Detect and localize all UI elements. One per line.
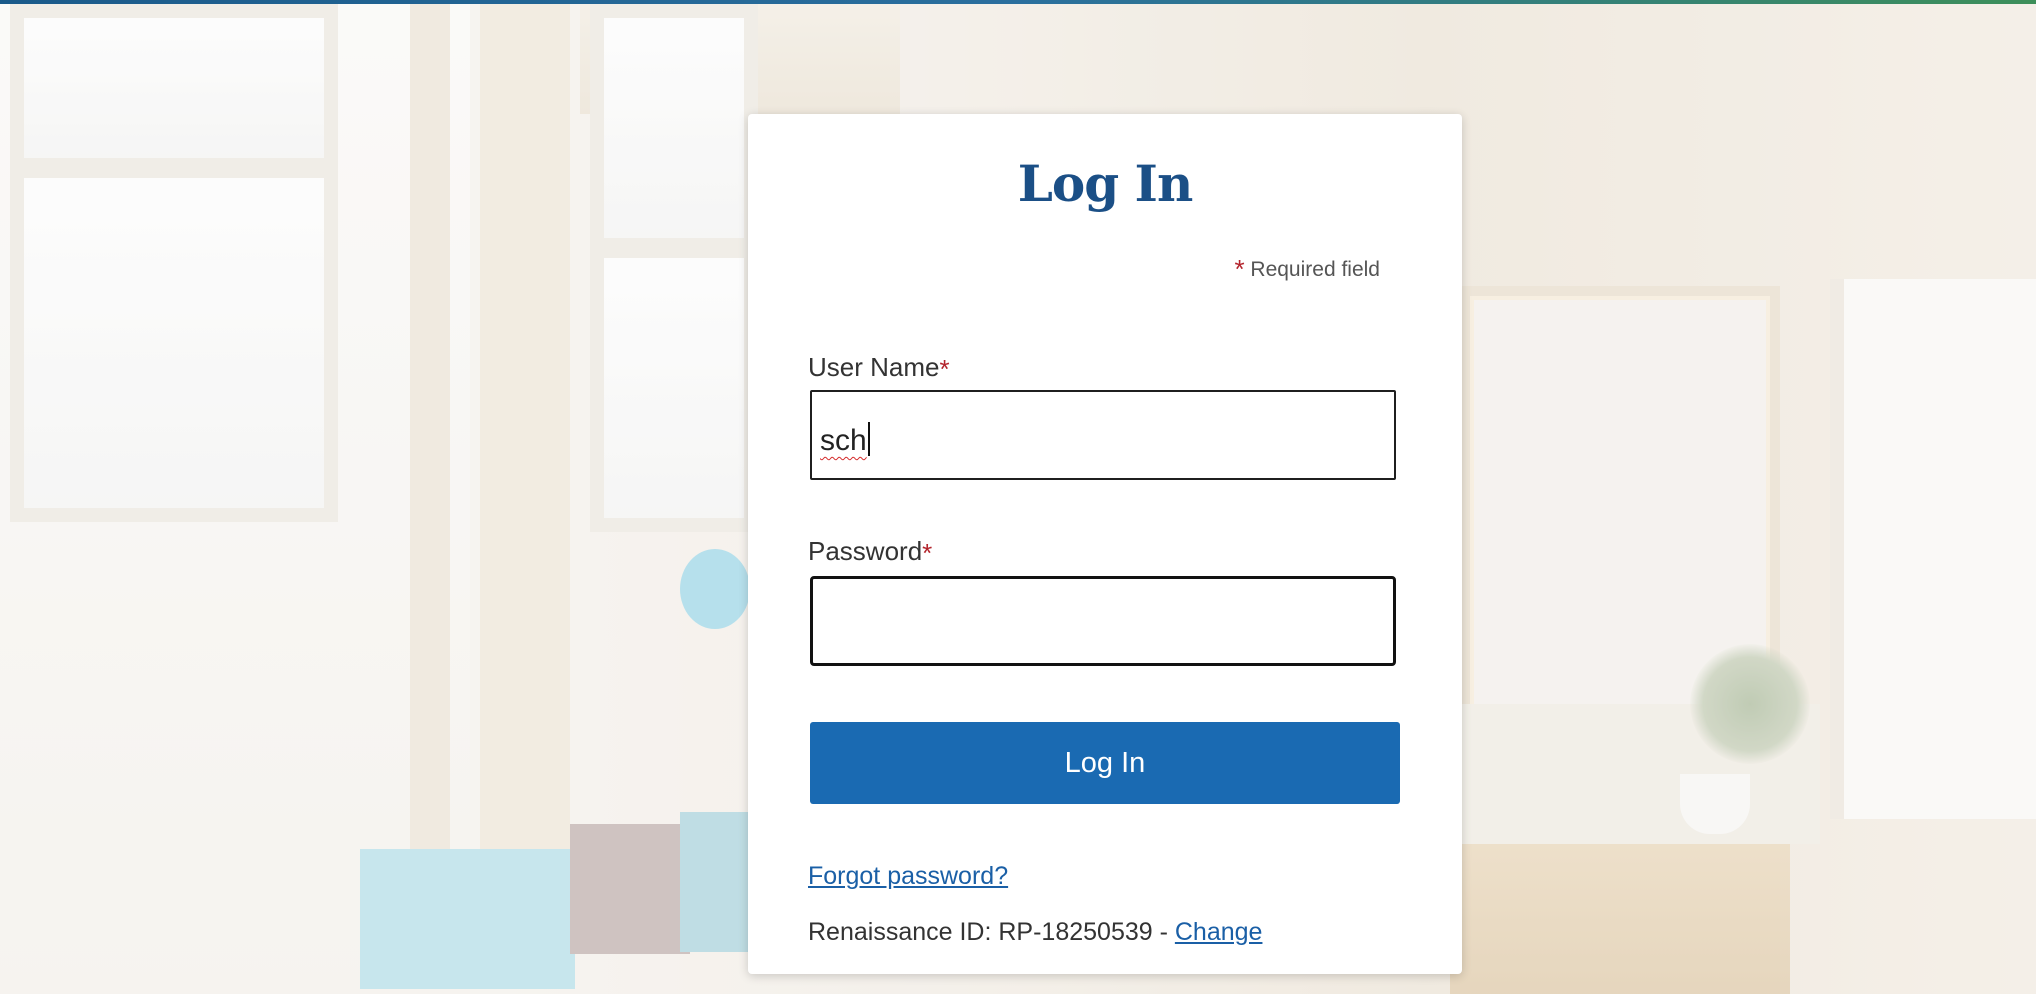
login-card: Log In * Required field User Name* sch P… <box>748 114 1462 974</box>
required-star: * <box>922 538 933 568</box>
username-input[interactable] <box>810 390 1396 480</box>
required-field-text: Required field <box>1250 258 1380 281</box>
renaissance-id-text: Renaissance ID: RP-18250539 - <box>808 918 1175 946</box>
change-id-link[interactable]: Change <box>1175 918 1263 946</box>
required-star: * <box>1234 254 1245 284</box>
password-label-text: Password <box>808 536 923 566</box>
password-label: Password* <box>808 536 932 569</box>
required-star: * <box>939 354 950 384</box>
page-title: Log In <box>1017 154 1194 213</box>
password-input[interactable] <box>810 576 1396 666</box>
username-label: User Name* <box>808 352 950 385</box>
login-button[interactable]: Log In <box>810 722 1400 804</box>
username-label-text: User Name <box>808 352 940 382</box>
required-field-note: * Required field <box>1234 254 1380 285</box>
forgot-password-link[interactable]: Forgot password? <box>808 862 1008 891</box>
renaissance-id-row: Renaissance ID: RP-18250539 - Change <box>808 918 1262 947</box>
